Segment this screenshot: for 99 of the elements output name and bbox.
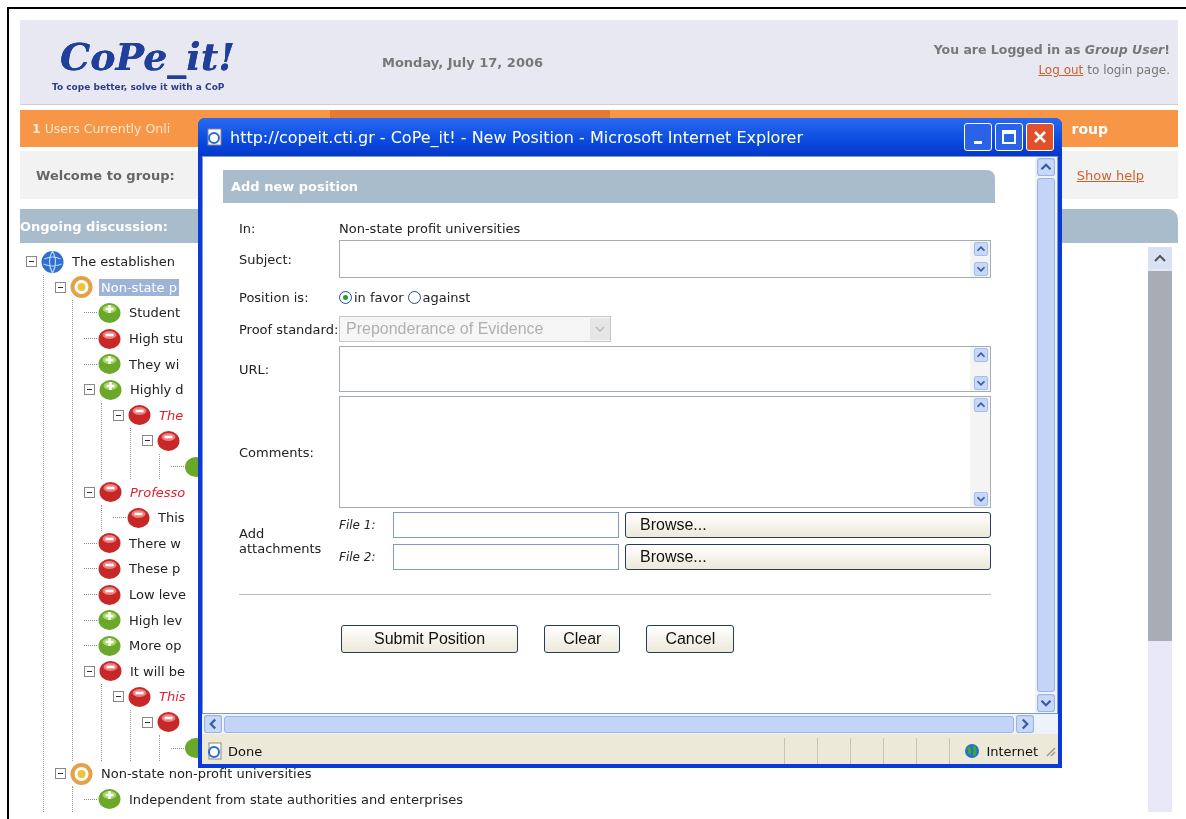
- field-label: Add attachments: [239, 526, 323, 556]
- minus-icon: [98, 480, 123, 505]
- status-text: Done: [228, 743, 263, 759]
- online-users: 1 Users Currently Onli: [31, 121, 171, 136]
- tree-item[interactable]: They wi: [127, 355, 182, 373]
- page-scrollbar[interactable]: [1148, 247, 1172, 813]
- tree-item[interactable]: This: [156, 509, 187, 527]
- maximize-button[interactable]: [995, 123, 1023, 151]
- minimize-icon: [974, 140, 982, 144]
- tree-item[interactable]: These p: [127, 560, 183, 578]
- group-label: roup: [1071, 120, 1109, 137]
- tree-item[interactable]: It will be: [128, 662, 187, 680]
- tree-item[interactable]: High lev: [127, 611, 185, 629]
- close-icon: [1033, 130, 1047, 144]
- tree-item[interactable]: Professo: [128, 483, 188, 501]
- plus-icon: [97, 633, 122, 658]
- minus-icon: [127, 403, 152, 428]
- tree-item[interactable]: Low leve: [127, 586, 189, 603]
- tree-item[interactable]: Student: [127, 304, 183, 322]
- plus-icon: [97, 301, 122, 325]
- tagline: To cope better, solve it with a CoP: [52, 82, 226, 92]
- field-label: Position is:: [239, 289, 310, 305]
- file-path-field[interactable]: [393, 512, 619, 538]
- collapse-toggle[interactable]: [84, 384, 95, 396]
- form-button[interactable]: Submit Position: [341, 625, 519, 653]
- logout-hint: to login page.: [1087, 63, 1170, 77]
- url-field[interactable]: [339, 346, 991, 392]
- minus-icon: [156, 710, 181, 735]
- form-button[interactable]: Clear: [544, 625, 621, 653]
- file-label: File 2:: [339, 550, 377, 564]
- welcome-text: Welcome to group:: [35, 167, 175, 183]
- sun-icon: [69, 275, 94, 300]
- minus-icon: [126, 505, 151, 530]
- collapse-toggle[interactable]: [142, 435, 153, 447]
- discussion-title: Ongoing discussion:: [20, 218, 168, 234]
- tree-item[interactable]: There w: [127, 534, 183, 552]
- plus-icon: [97, 352, 122, 377]
- tree-item[interactable]: The establishen: [70, 253, 177, 271]
- logo: CoPe_it!: [59, 33, 236, 81]
- minus-icon: [98, 659, 123, 684]
- tree-item[interactable]: Non-state non-profit universities: [99, 765, 314, 783]
- minus-icon: [156, 428, 181, 453]
- collapse-toggle[interactable]: [113, 691, 124, 703]
- date-text: Monday, July 17, 2006: [382, 54, 543, 70]
- file-path-field[interactable]: [393, 544, 619, 570]
- collapse-toggle[interactable]: [84, 486, 95, 498]
- radio-option[interactable]: against: [407, 289, 471, 305]
- tree-item[interactable]: High stu: [127, 330, 186, 348]
- minus-icon: [127, 684, 152, 709]
- browse-button[interactable]: Browse...: [625, 544, 991, 570]
- globe-icon: [40, 249, 65, 274]
- subject-field[interactable]: [339, 240, 991, 278]
- show-help-link[interactable]: Show help: [1076, 167, 1144, 183]
- minus-icon: [97, 556, 122, 581]
- minus-icon: [97, 582, 122, 607]
- minimize-button[interactable]: [964, 123, 992, 151]
- plus-icon: [97, 787, 122, 812]
- radio-option[interactable]: in favor: [339, 289, 404, 305]
- vertical-scrollbar[interactable]: [1035, 157, 1057, 713]
- collapse-toggle[interactable]: [113, 409, 124, 421]
- minus-icon: [97, 326, 122, 351]
- radio-circle[interactable]: [339, 290, 352, 304]
- browse-button[interactable]: Browse...: [625, 512, 991, 538]
- globe-icon: [964, 743, 981, 759]
- zone-text: Internet: [986, 743, 1038, 759]
- field-value: Non-state profit universities: [339, 221, 522, 236]
- tree-item[interactable]: More op: [127, 637, 184, 655]
- form-button[interactable]: Cancel: [646, 625, 735, 653]
- tree-item[interactable]: Highly d: [128, 381, 186, 399]
- tree-item[interactable]: This: [157, 688, 188, 706]
- field-label: Proof standard:: [239, 321, 339, 337]
- field-label: In:: [239, 221, 257, 236]
- page-icon: [206, 742, 224, 760]
- comments-field[interactable]: [339, 396, 991, 508]
- plus-icon: [98, 377, 123, 402]
- field-label: Comments:: [239, 444, 315, 460]
- dropdown-caret-icon: [595, 326, 605, 332]
- tree-item[interactable]: Independent from state authorities and enterprises: [127, 790, 466, 808]
- maximize-icon: [1002, 130, 1016, 144]
- field-label: URL:: [239, 361, 271, 377]
- tree-item[interactable]: The: [157, 406, 186, 424]
- minus-icon: [97, 531, 122, 556]
- collapse-toggle[interactable]: [55, 768, 66, 780]
- sun-icon: [69, 761, 94, 786]
- file-label: File 1:: [339, 518, 377, 532]
- collapse-toggle[interactable]: [84, 665, 95, 677]
- collapse-toggle[interactable]: [142, 717, 153, 728]
- horizontal-scrollbar[interactable]: [202, 714, 1058, 734]
- login-status: You are Logged in as Group User!: [933, 42, 1170, 57]
- plus-icon: [97, 608, 122, 633]
- radio-circle[interactable]: [407, 290, 421, 304]
- browser-page-icon: [206, 128, 224, 146]
- collapse-toggle[interactable]: [26, 256, 37, 268]
- resize-grip-icon[interactable]: [1044, 745, 1056, 757]
- field-label: Subject:: [239, 251, 293, 267]
- form-heading: Add new position: [223, 170, 995, 203]
- window-title: http://copeit.cti.gr - CoPe_it! - New Position - Microsoft Internet Explorer: [230, 127, 803, 147]
- close-button[interactable]: [1026, 123, 1054, 151]
- collapse-toggle[interactable]: [55, 281, 66, 293]
